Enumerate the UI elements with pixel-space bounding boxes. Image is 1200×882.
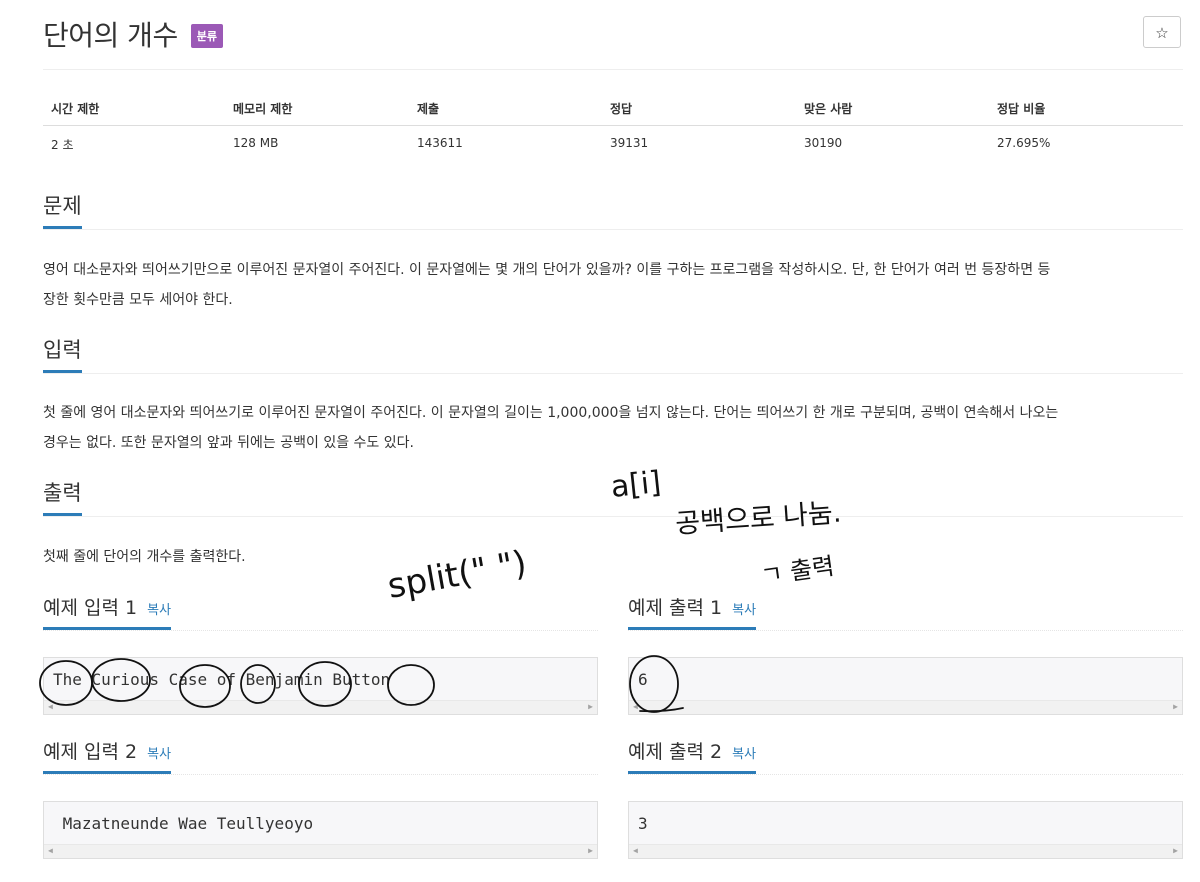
sample-output-1-box[interactable]: 6 ◀ ▶ <box>628 657 1183 715</box>
sample-divider <box>628 774 1183 776</box>
input-description-line: 첫 줄에 영어 대소문자와 띄어쓰기로 이루어진 문자열이 주어진다. 이 문자… <box>43 405 1059 421</box>
scroll-left-icon[interactable]: ◀ <box>48 702 53 711</box>
header-solved-users: 맞은 사람 <box>804 102 853 116</box>
problem-section: 문제 영어 대소문자와 띄어쓰기만으로 이루어진 문자열이 주어진다. 이 문자… <box>43 194 1183 308</box>
problem-section-title: 문제 <box>43 194 82 230</box>
star-icon: ☆ <box>1155 24 1169 42</box>
header-time-limit: 시간 제한 <box>51 102 100 116</box>
sample-output-1-title: 예제 출력 1 복사 <box>628 597 757 630</box>
problem-info-table: 시간 제한 메모리 제한 제출 정답 맞은 사람 정답 비율 2 초 128 M… <box>43 90 1183 152</box>
sample-output-2-title: 예제 출력 2 복사 <box>628 741 757 774</box>
sample-divider <box>43 774 598 776</box>
problem-description-line: 장한 횟수만큼 모두 세어야 한다. <box>43 292 233 308</box>
star-button[interactable]: ☆ <box>1143 16 1181 48</box>
output-section: 출력 첫째 줄에 단어의 개수를 출력한다. <box>43 481 1183 565</box>
sample-input-2-value: Mazatneunde Wae Teullyeoyo <box>53 814 314 833</box>
sample-input-1-box[interactable]: The Curious Case of Benjamin Button ◀ ▶ <box>43 657 598 715</box>
section-divider <box>43 373 1183 374</box>
sample-input-1-title: 예제 입력 1 복사 <box>43 597 172 630</box>
input-description-line: 경우는 없다. 또한 문자열의 앞과 뒤에는 공백이 있을 수도 있다. <box>43 435 414 451</box>
input-section: 입력 첫 줄에 영어 대소문자와 띄어쓰기로 이루어진 문자열이 주어진다. 이… <box>43 338 1183 451</box>
problem-title: 단어의 개수 <box>43 19 178 52</box>
sample-divider <box>43 630 598 632</box>
sample-input-2-box[interactable]: Mazatneunde Wae Teullyeoyo ◀ ▶ <box>43 801 598 859</box>
sample-output-1-label: 예제 출력 1 <box>628 597 723 619</box>
output-section-title: 출력 <box>43 481 82 517</box>
sample-input-2-label: 예제 입력 2 <box>43 741 138 763</box>
header-accept-ratio: 정답 비율 <box>997 102 1046 116</box>
output-description: 첫째 줄에 단어의 개수를 출력한다. <box>43 549 246 565</box>
scroll-right-icon[interactable]: ▶ <box>588 846 593 855</box>
horizontal-scrollbar[interactable]: ◀ ▶ <box>44 700 597 714</box>
value-solved-users[interactable]: 30190 <box>804 136 842 150</box>
header-memory-limit: 메모리 제한 <box>233 102 293 116</box>
section-divider <box>43 516 1183 517</box>
horizontal-scrollbar[interactable]: ◀ ▶ <box>629 844 1182 858</box>
value-time-limit: 2 초 <box>51 138 74 152</box>
value-accepted[interactable]: 39131 <box>610 136 648 150</box>
horizontal-scrollbar[interactable]: ◀ ▶ <box>629 700 1182 714</box>
sample-input-1-label: 예제 입력 1 <box>43 597 138 619</box>
input-section-title: 입력 <box>43 338 82 374</box>
value-submissions[interactable]: 143611 <box>417 136 463 150</box>
problem-header: 단어의 개수 분류 <box>43 14 224 54</box>
sample-divider <box>628 630 1183 632</box>
problem-description: 영어 대소문자와 띄어쓰기만으로 이루어진 문자열이 주어진다. 이 문자열에는… <box>43 255 1183 315</box>
sample-output-2: 예제 출력 2 복사 3 ◀ ▶ <box>628 741 1183 859</box>
scroll-left-icon[interactable]: ◀ <box>633 702 638 711</box>
sample-input-1: 예제 입력 1 복사 The Curious Case of Benjamin … <box>43 597 598 715</box>
sample-input-2: 예제 입력 2 복사 Mazatneunde Wae Teullyeoyo ◀ … <box>43 741 598 859</box>
sample-input-1-value: The Curious Case of Benjamin Button <box>53 670 391 689</box>
sample-output-2-box[interactable]: 3 ◀ ▶ <box>628 801 1183 859</box>
scroll-left-icon[interactable]: ◀ <box>633 846 638 855</box>
section-divider <box>43 229 1183 230</box>
problem-description-line: 영어 대소문자와 띄어쓰기만으로 이루어진 문자열이 주어진다. 이 문자열에는… <box>43 262 1051 278</box>
info-table-header: 시간 제한 메모리 제한 제출 정답 맞은 사람 정답 비율 <box>43 90 1183 126</box>
sample-output-1-value: 6 <box>638 670 648 689</box>
header-submissions: 제출 <box>417 102 440 116</box>
sample-input-2-title: 예제 입력 2 복사 <box>43 741 172 774</box>
header-accepted: 정답 <box>610 102 633 116</box>
copy-button[interactable]: 복사 <box>732 603 756 618</box>
value-accept-ratio: 27.695% <box>997 136 1051 150</box>
copy-button[interactable]: 복사 <box>732 747 756 762</box>
value-memory-limit: 128 MB <box>233 136 279 150</box>
scroll-right-icon[interactable]: ▶ <box>1173 702 1178 711</box>
copy-button[interactable]: 복사 <box>147 603 171 618</box>
scroll-right-icon[interactable]: ▶ <box>588 702 593 711</box>
category-badge[interactable]: 분류 <box>190 24 224 48</box>
sample-output-2-label: 예제 출력 2 <box>628 741 723 763</box>
scroll-left-icon[interactable]: ◀ <box>48 846 53 855</box>
input-description: 첫 줄에 영어 대소문자와 띄어쓰기로 이루어진 문자열이 주어진다. 이 문자… <box>43 398 1183 458</box>
header-divider <box>43 69 1183 70</box>
sample-output-1: 예제 출력 1 복사 6 ◀ ▶ <box>628 597 1183 715</box>
horizontal-scrollbar[interactable]: ◀ ▶ <box>44 844 597 858</box>
sample-output-2-value: 3 <box>638 814 648 833</box>
scroll-right-icon[interactable]: ▶ <box>1173 846 1178 855</box>
copy-button[interactable]: 복사 <box>147 747 171 762</box>
